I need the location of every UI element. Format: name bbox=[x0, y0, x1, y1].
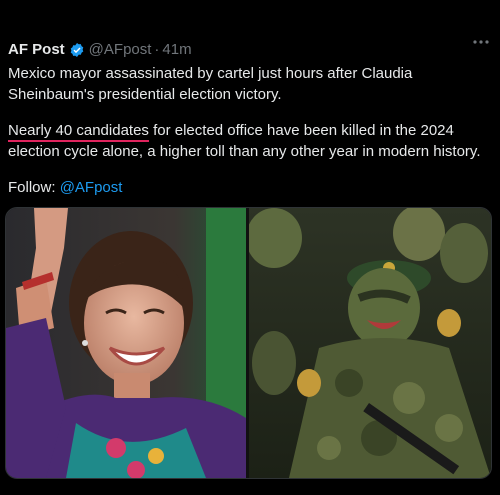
highlighted-phrase: Nearly 40 candidates bbox=[8, 122, 149, 142]
follow-label: Follow: bbox=[8, 179, 60, 196]
author-name[interactable]: AF Post bbox=[8, 41, 65, 58]
tweet-text-line2: Nearly 40 candidates for elected office … bbox=[8, 120, 484, 162]
tweet-media[interactable] bbox=[5, 207, 492, 479]
follow-line: Follow: @AFpost bbox=[8, 177, 484, 198]
author-handle[interactable]: @AFpost bbox=[89, 41, 152, 58]
photo-woman-celebrating[interactable] bbox=[6, 208, 246, 478]
more-horizontal-icon[interactable] bbox=[472, 39, 490, 45]
tweet-text-line1: Mexico mayor assassinated by cartel just… bbox=[8, 65, 413, 103]
timestamp[interactable]: 41m bbox=[162, 41, 191, 58]
separator-dot: · bbox=[154, 41, 160, 58]
tweet-header: AF Post @AFpost · 41m bbox=[8, 41, 492, 58]
verified-badge-icon bbox=[69, 42, 85, 58]
tweet-card[interactable]: AF Post @AFpost · 41m Mexico mayor assas… bbox=[0, 0, 500, 495]
follow-handle-link[interactable]: @AFpost bbox=[60, 179, 123, 196]
photo-soldiers[interactable] bbox=[249, 208, 491, 478]
